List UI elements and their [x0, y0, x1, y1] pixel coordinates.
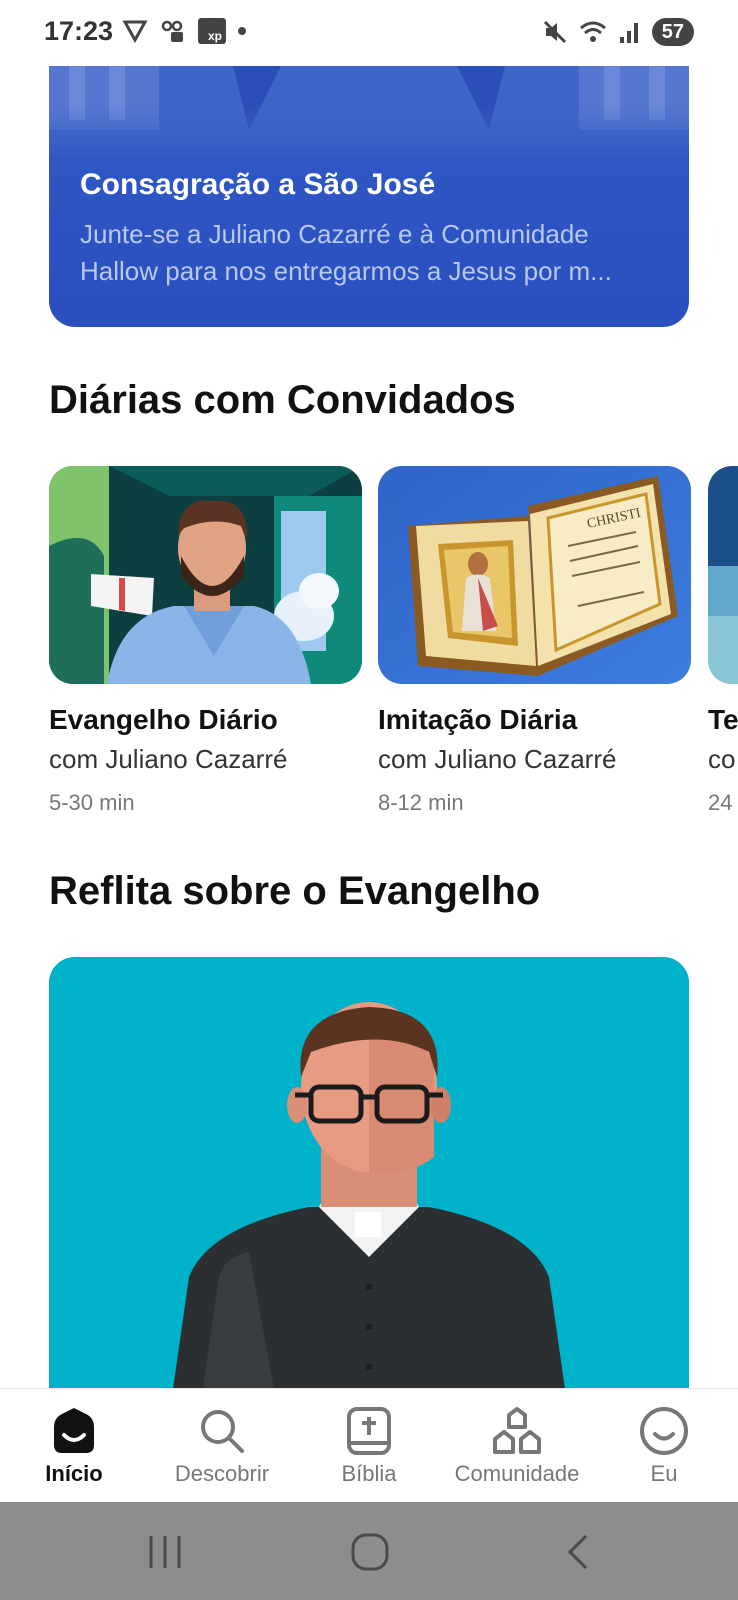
card-title: Te [708, 704, 738, 735]
card-duration: 8-12 min [378, 790, 464, 815]
card-image-imitacao: CHRISTI [378, 466, 691, 684]
status-time: 17:23 [44, 16, 114, 46]
card-image-evangelho [49, 466, 362, 684]
home-button-icon[interactable] [350, 1532, 390, 1572]
priest-illustration [49, 957, 689, 1388]
nav-label: Início [45, 1461, 103, 1486]
vpn-shield-icon [122, 20, 148, 44]
profile-icon [640, 1407, 688, 1455]
card-title: Evangelho Diário [49, 704, 278, 735]
card-evangelho-diario[interactable]: Evangelho Diário com Juliano Cazarré 5-3… [49, 466, 362, 815]
xp-app-icon: xp [198, 18, 226, 44]
bottom-navigation: Início Descobrir Bíblia Comunidade Eu [0, 1388, 738, 1502]
card-partial-third[interactable]: Te co 24 [708, 466, 738, 826]
nav-label: Descobrir [174, 1461, 270, 1486]
mute-icon [543, 20, 566, 44]
card-subtitle: com Juliano Cazarré [378, 744, 617, 774]
nav-item-inicio[interactable]: Início [0, 1389, 148, 1503]
gospel-reflection-card[interactable] [49, 957, 689, 1388]
section-title-guests: Diárias com Convidados [49, 378, 516, 422]
nav-label: Comunidade [454, 1461, 580, 1486]
card-duration: 5-30 min [49, 790, 135, 815]
hero-title: Consagração a São José [80, 168, 436, 201]
nav-item-eu[interactable]: Eu [590, 1389, 738, 1503]
nav-item-biblia[interactable]: Bíblia [295, 1389, 443, 1503]
nav-item-descobrir[interactable]: Descobrir [148, 1389, 296, 1503]
back-icon[interactable] [558, 1532, 598, 1572]
card-imitacao-diaria[interactable]: CHRISTI Imitação Diária com Juliano Caza… [378, 466, 691, 815]
signal-icon [619, 23, 638, 43]
voicemail-lock-icon [161, 20, 183, 42]
recent-apps-icon[interactable] [145, 1532, 185, 1572]
card-subtitle: com Juliano Cazarré [49, 744, 288, 774]
hero-description: Junte-se a Juliano Cazarré e à Comunidad… [80, 219, 612, 286]
battery-indicator: 57 [651, 18, 694, 46]
status-bar: 17:23 xp 57 [0, 0, 738, 66]
search-icon [201, 1410, 244, 1453]
status-notification-icons: xp [122, 18, 246, 44]
nav-label: Bíblia [341, 1461, 397, 1486]
section-title-gospel: Reflita sobre o Evangelho [49, 869, 541, 913]
wifi-icon [579, 21, 606, 42]
home-icon [54, 1408, 94, 1453]
bible-icon [347, 1407, 391, 1455]
card-title: Imitação Diária [378, 704, 578, 735]
system-navigation-bar [0, 1502, 738, 1600]
card-image-partial [708, 466, 738, 684]
nav-label: Eu [650, 1461, 678, 1486]
card-duration: 24 [708, 790, 733, 815]
svg-text:xp: xp [208, 29, 222, 43]
notification-dot [238, 27, 246, 35]
status-system-icons: 57 [542, 18, 694, 46]
card-subtitle: co [708, 744, 736, 774]
community-icon [493, 1407, 541, 1454]
nav-item-comunidade[interactable]: Comunidade [443, 1389, 591, 1503]
home-feed[interactable]: Consagração a São José Junte-se a Julian… [0, 0, 738, 1388]
